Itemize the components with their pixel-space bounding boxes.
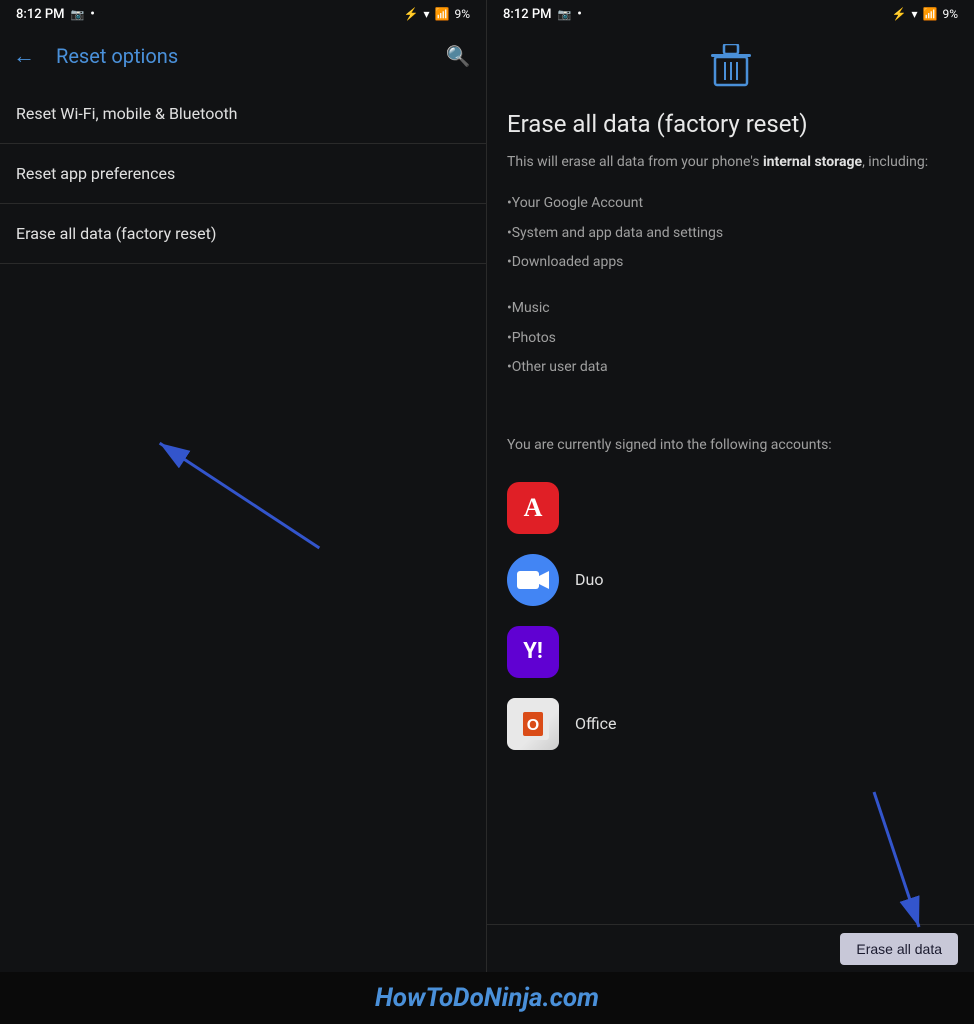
menu-item-wifi[interactable]: Reset Wi-Fi, mobile & Bluetooth	[0, 84, 486, 144]
left-status-bar: 8:12 PM 📷 • ⚡ ▾ 📶 9%	[0, 0, 486, 28]
spacer-2	[507, 383, 954, 399]
bullet-google-account: •Your Google Account	[507, 189, 954, 219]
office-icon: O	[507, 698, 559, 750]
account-yahoo: Y!	[507, 616, 954, 688]
duo-label: Duo	[575, 570, 603, 589]
right-content: Erase all data (factory reset) This will…	[487, 28, 974, 924]
right-panel: 8:12 PM 📷 • ⚡ ▾ 📶 9%	[487, 0, 974, 972]
search-button[interactable]: 🔍	[438, 36, 478, 76]
signed-in-text: You are currently signed into the follow…	[507, 435, 954, 456]
left-time: 8:12 PM 📷 •	[16, 7, 95, 22]
bullet-music: •Music	[507, 294, 954, 324]
bullet-system-data: •System and app data and settings	[507, 219, 954, 249]
duo-icon	[507, 554, 559, 606]
menu-container: Reset Wi-Fi, mobile & Bluetooth Reset ap…	[0, 84, 486, 972]
svg-text:O: O	[527, 717, 539, 734]
signal-icon-right: 📶	[923, 7, 938, 21]
back-button[interactable]: ←	[4, 36, 44, 76]
description-text: This will erase all data from your phone…	[507, 152, 954, 173]
yahoo-icon: Y!	[507, 626, 559, 678]
watermark-text: HowToDoNinja.com	[375, 983, 599, 1013]
dot-icon: •	[90, 7, 95, 22]
erase-all-data-button[interactable]: Erase all data	[840, 933, 958, 965]
left-status-icons: ⚡ ▾ 📶 9%	[404, 7, 470, 21]
right-status-icons: ⚡ ▾ 📶 9%	[892, 7, 958, 21]
description-plain: This will erase all data from your phone…	[507, 154, 763, 170]
bottom-action-bar: Erase all data	[487, 924, 974, 972]
bullet-photos: •Photos	[507, 324, 954, 354]
description-bold: internal storage	[763, 154, 862, 170]
trash-icon-container	[507, 44, 954, 97]
watermark-bar: HowToDoNinja.com	[0, 972, 974, 1024]
dot-icon-right: •	[577, 7, 582, 22]
account-duo: Duo	[507, 544, 954, 616]
menu-item-app-prefs[interactable]: Reset app preferences	[0, 144, 486, 204]
right-status-bar: 8:12 PM 📷 • ⚡ ▾ 📶 9%	[487, 0, 974, 28]
battery-text: 9%	[454, 7, 470, 21]
trash-icon	[711, 44, 751, 97]
signal-icon: 📶	[435, 7, 450, 21]
menu-item-factory-reset[interactable]: Erase all data (factory reset)	[0, 204, 486, 264]
bluetooth-icon: ⚡	[404, 7, 419, 21]
adobe-icon: A	[507, 482, 559, 534]
left-panel: 8:12 PM 📷 • ⚡ ▾ 📶 9% ← Reset options 🔍	[0, 0, 487, 972]
bullet-downloaded-apps: •Downloaded apps	[507, 248, 954, 278]
right-time: 8:12 PM 📷 •	[503, 7, 582, 22]
camera-icon-right: 📷	[558, 8, 572, 21]
account-office: O Office	[507, 688, 954, 760]
description-end: , including:	[862, 154, 928, 170]
battery-text-right: 9%	[942, 7, 958, 21]
factory-reset-title: Erase all data (factory reset)	[507, 109, 954, 140]
wifi-icon-right: ▾	[911, 7, 917, 21]
spacer-1	[507, 278, 954, 294]
page-title: Reset options	[56, 44, 426, 68]
bullet-other-data: •Other user data	[507, 353, 954, 383]
toolbar: ← Reset options 🔍	[0, 28, 486, 84]
bluetooth-icon-right: ⚡	[892, 7, 907, 21]
wifi-icon: ▾	[423, 7, 429, 21]
account-adobe: A	[507, 472, 954, 544]
spacer-3	[507, 399, 954, 415]
camera-icon: 📷	[71, 8, 85, 21]
office-label: Office	[575, 714, 617, 733]
